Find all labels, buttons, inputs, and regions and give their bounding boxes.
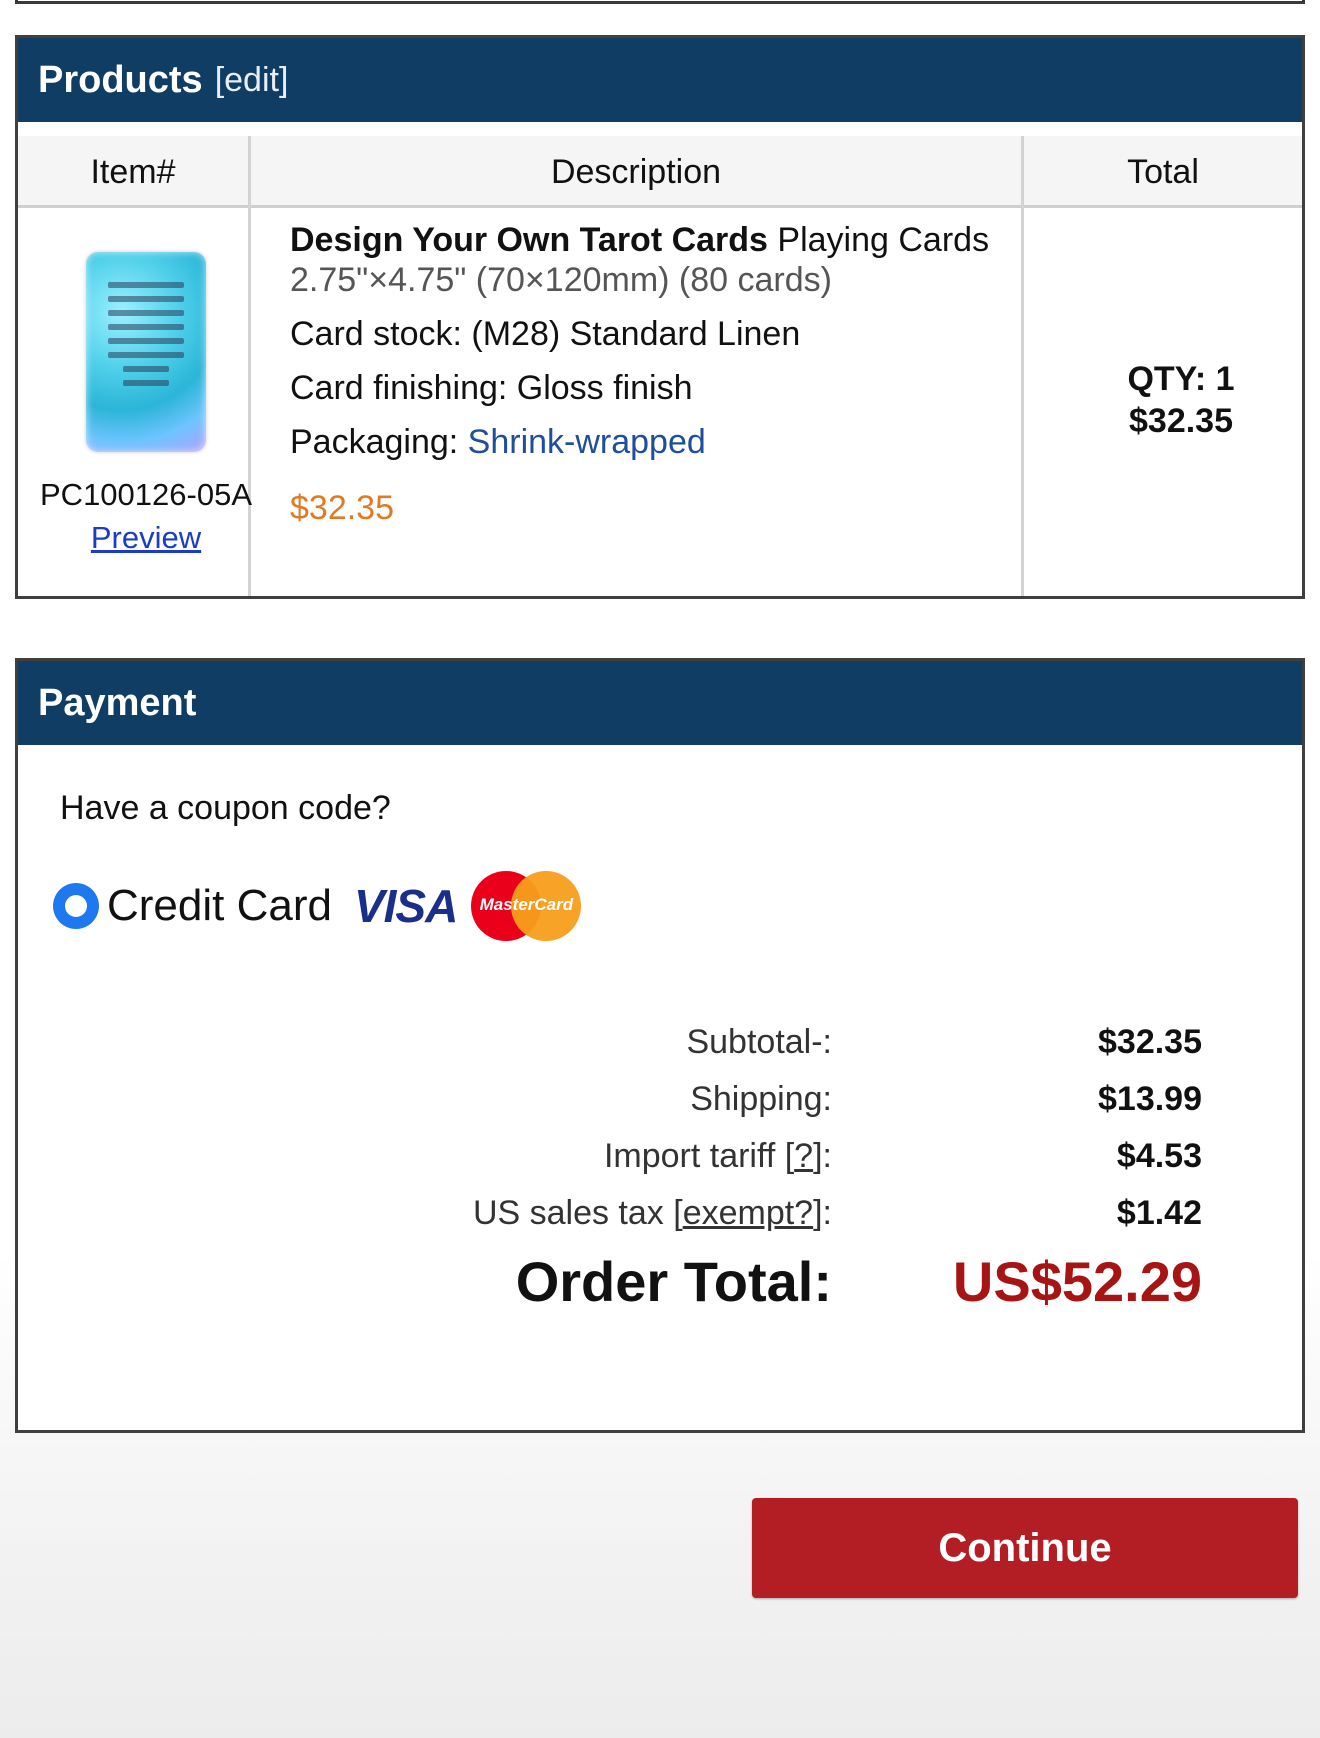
shipping-value: $13.99	[1098, 1080, 1202, 1118]
coupon-link[interactable]: Have a coupon code?	[60, 789, 391, 828]
shipping-row: Shipping: $13.99	[18, 1080, 1302, 1136]
sales-tax-value: $1.42	[1116, 1194, 1202, 1232]
credit-card-radio[interactable]	[53, 883, 99, 929]
column-header-item: Item#	[90, 152, 176, 191]
payment-header: Payment	[18, 661, 1302, 745]
item-card-stock: Card stock: (M28) Standard Linen	[290, 315, 801, 353]
preview-link[interactable]: Preview	[18, 520, 274, 556]
packaging-label: Packaging:	[290, 423, 468, 461]
products-title: Products	[38, 58, 203, 101]
product-thumbnail[interactable]	[86, 252, 206, 452]
continue-button[interactable]: Continue	[752, 1498, 1298, 1598]
import-tariff-value: $4.53	[1116, 1137, 1202, 1175]
item-total: QTY: 1 $32.35	[1060, 358, 1302, 442]
sales-tax-row: US sales tax [exempt?]: $1.42	[18, 1194, 1302, 1250]
import-tariff-label: Import tariff [?]:	[603, 1137, 832, 1175]
item-title-bold: Design Your Own Tarot Cards	[290, 221, 768, 259]
products-header: Products [edit]	[18, 38, 1302, 122]
subtotal-row: Subtotal-: $32.35	[18, 1023, 1302, 1079]
products-table: Item# Description Total PC100126-05A Pre…	[18, 122, 1302, 596]
item-total-price: $32.35	[1129, 402, 1233, 440]
table-header-row: Item# Description Total	[18, 136, 1302, 208]
item-size: 2.75"×4.75" (70×120mm) (80 cards)	[290, 261, 832, 299]
credit-card-option[interactable]: Credit Card VISA MasterCard	[53, 871, 582, 941]
item-description: Design Your Own Tarot Cards Playing Card…	[290, 220, 1050, 528]
subtotal-value: $32.35	[1098, 1023, 1202, 1061]
item-code: PC100126-05A	[40, 477, 252, 512]
visa-logo-icon: VISA	[353, 880, 458, 932]
previous-panel-edge	[15, 0, 1305, 4]
item-packaging: Packaging: Shrink-wrapped	[290, 422, 1050, 462]
tax-exempt-link[interactable]: exempt?	[683, 1194, 813, 1232]
products-panel: Products [edit] Item# Description Total …	[15, 35, 1305, 599]
item-qty: QTY: 1	[1127, 360, 1235, 398]
import-tariff-help-link[interactable]: ?	[794, 1137, 813, 1175]
sales-tax-label: US sales tax [exempt?]:	[472, 1194, 832, 1232]
credit-card-label: Credit Card	[107, 881, 332, 930]
packaging-value: Shrink-wrapped	[467, 423, 706, 461]
column-header-total: Total	[1127, 152, 1199, 191]
column-header-description: Description	[550, 152, 722, 191]
shipping-label: Shipping:	[690, 1080, 832, 1118]
import-tariff-row: Import tariff [?]: $4.53	[18, 1137, 1302, 1193]
mastercard-logo-icon: MasterCard	[471, 871, 582, 941]
order-total-row: Order Total: US$52.29	[18, 1249, 1302, 1329]
products-edit-link[interactable]: [edit]	[215, 61, 289, 100]
payment-title: Payment	[38, 681, 197, 724]
payment-panel: Payment Have a coupon code? Credit Card …	[15, 658, 1305, 1433]
order-total-value: US$52.29	[952, 1250, 1202, 1313]
subtotal-label: Subtotal-:	[686, 1023, 832, 1061]
item-title: Design Your Own Tarot Cards Playing Card…	[290, 220, 1050, 260]
order-total-label: Order Total:	[515, 1250, 832, 1313]
item-title-rest: Playing Cards	[767, 221, 990, 259]
item-price: $32.35	[290, 489, 394, 527]
item-card-finishing: Card finishing: Gloss finish	[290, 369, 693, 407]
